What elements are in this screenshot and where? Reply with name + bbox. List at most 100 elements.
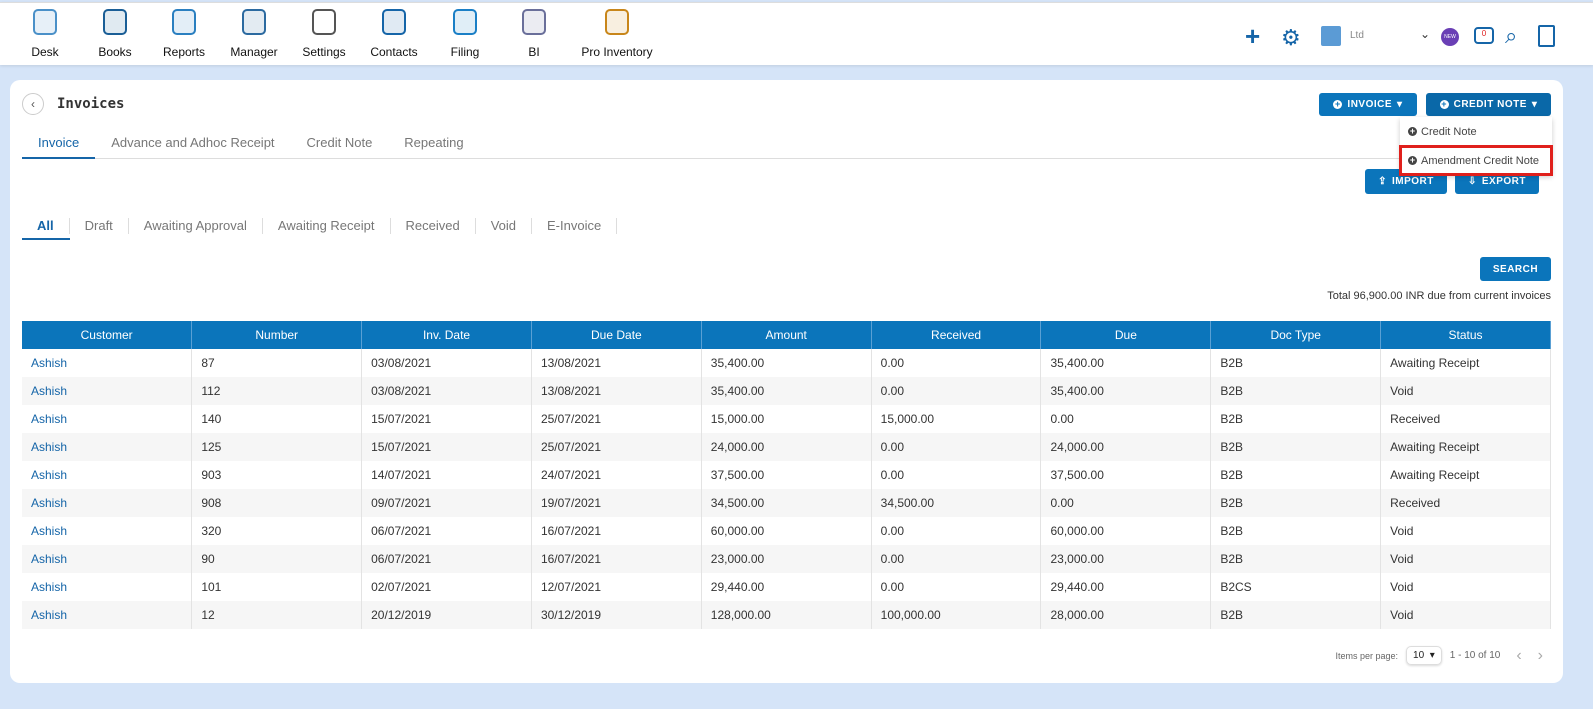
column-header[interactable]: Doc Type: [1210, 321, 1382, 349]
items-per-page-select[interactable]: 10 ▾: [1406, 646, 1442, 665]
subtab-void[interactable]: Void: [476, 218, 533, 240]
column-header[interactable]: Received: [871, 321, 1042, 349]
table-cell: B2B: [1210, 545, 1382, 573]
table-cell: Received: [1380, 489, 1551, 517]
table-cell: 35,400.00: [701, 349, 872, 377]
menu-item-amendment-credit-note[interactable]: + Amendment Credit Note: [1399, 145, 1553, 176]
search-icon[interactable]: ⌕: [1505, 23, 1517, 49]
nav-manager[interactable]: Manager: [214, 7, 294, 59]
subtab-draft[interactable]: Draft: [70, 218, 129, 240]
tab-invoice[interactable]: Invoice: [22, 135, 96, 159]
nav-label: Contacts: [370, 45, 418, 59]
tab-repeating[interactable]: Repeating: [388, 135, 479, 159]
nav-contacts[interactable]: Contacts: [354, 7, 434, 59]
menu-item-credit-note[interactable]: + Credit Note: [1400, 117, 1552, 146]
table-row[interactable]: Ashish 101 02/07/2021 12/07/2021 29,440.00 0.…: [22, 573, 1551, 601]
filing-icon: [450, 7, 480, 37]
nav-desk[interactable]: Desk: [5, 7, 85, 59]
table-row[interactable]: Ashish 90 06/07/2021 16/07/2021 23,000.00 0.0…: [22, 545, 1551, 573]
customer-link[interactable]: Ashish: [22, 377, 193, 405]
credit-note-dropdown-button[interactable]: + CREDIT NOTE ▾: [1426, 93, 1551, 116]
caret-down-icon: ▾: [1531, 99, 1538, 110]
table-cell: B2B: [1210, 601, 1382, 629]
download-icon: ⇩: [1467, 176, 1477, 187]
menu-item-label: Credit Note: [1421, 125, 1477, 138]
chevron-down-icon[interactable]: ⌄: [1420, 27, 1430, 41]
import-label: IMPORT: [1392, 176, 1434, 187]
subtab-label: All: [22, 218, 70, 234]
chevron-left-icon: ‹: [31, 97, 35, 111]
table-row[interactable]: Ashish 87 03/08/2021 13/08/2021 35,400.00 0.0…: [22, 349, 1551, 377]
column-header[interactable]: Inv. Date: [361, 321, 532, 349]
customer-link[interactable]: Ashish: [22, 349, 193, 377]
nav-label: BI: [528, 45, 540, 59]
subtab-all[interactable]: All: [22, 218, 70, 240]
table-cell: 03/08/2021: [361, 349, 532, 377]
table-row[interactable]: Ashish 125 15/07/2021 25/07/2021 24,000.00 0.…: [22, 433, 1551, 461]
nav-filing[interactable]: Filing: [425, 7, 505, 59]
nav-books[interactable]: Books: [75, 7, 155, 59]
table-cell: 23,000.00: [701, 545, 872, 573]
column-header[interactable]: Due Date: [531, 321, 702, 349]
table-cell: 25/07/2021: [531, 433, 702, 461]
column-header[interactable]: Customer: [22, 321, 193, 349]
table-row[interactable]: Ashish 112 03/08/2021 13/08/2021 35,400.00 0.…: [22, 377, 1551, 405]
column-header[interactable]: Amount: [701, 321, 872, 349]
subtab-awaiting-approval[interactable]: Awaiting Approval: [129, 218, 263, 240]
table-cell: 125: [191, 433, 363, 461]
table-row[interactable]: Ashish 903 14/07/2021 24/07/2021 37,500.00 0.…: [22, 461, 1551, 489]
nav-pro-inventory[interactable]: Pro Inventory: [577, 7, 657, 59]
column-header[interactable]: Due: [1040, 321, 1212, 349]
table-row[interactable]: Ashish 320 06/07/2021 16/07/2021 60,000.00 0.…: [22, 517, 1551, 545]
table-cell: 90: [191, 545, 363, 573]
customer-link[interactable]: Ashish: [22, 433, 193, 461]
back-button[interactable]: ‹: [22, 93, 44, 115]
subtab-label: Awaiting Receipt: [263, 218, 391, 234]
nav-reports[interactable]: Reports: [144, 7, 224, 59]
settings-icon: [309, 7, 339, 37]
notification-icon[interactable]: 0: [1474, 27, 1494, 44]
customer-link[interactable]: Ashish: [22, 517, 193, 545]
new-badge-icon[interactable]: NEW: [1441, 28, 1459, 46]
bi-icon: [519, 7, 549, 37]
customer-link[interactable]: Ashish: [22, 545, 193, 573]
tab-advance-adhoc-receipt[interactable]: Advance and Adhoc Receipt: [95, 135, 290, 159]
contacts-icon: [379, 7, 409, 37]
subtab-received[interactable]: Received: [391, 218, 476, 240]
nav-settings[interactable]: Settings: [284, 7, 364, 59]
customer-link[interactable]: Ashish: [22, 601, 193, 629]
add-icon[interactable]: +: [1245, 21, 1260, 52]
column-header[interactable]: Status: [1380, 321, 1551, 349]
plus-circle-icon: +: [1439, 99, 1449, 109]
table-row[interactable]: Ashish 140 15/07/2021 25/07/2021 15,000.00 15…: [22, 405, 1551, 433]
table-cell: 0.00: [871, 517, 1042, 545]
table-cell: Void: [1380, 601, 1551, 629]
invoice-button-label: INVOICE: [1347, 99, 1393, 110]
clipboard-icon[interactable]: [1538, 25, 1555, 47]
subtab-label: Void: [476, 218, 533, 234]
prev-page-button[interactable]: ‹: [1516, 647, 1521, 665]
table-cell: B2B: [1210, 517, 1382, 545]
tab-credit-note[interactable]: Credit Note: [291, 135, 389, 159]
table-row[interactable]: Ashish 908 09/07/2021 19/07/2021 34,500.00 34…: [22, 489, 1551, 517]
table-cell: 15/07/2021: [361, 433, 532, 461]
subtab-awaiting-receipt[interactable]: Awaiting Receipt: [263, 218, 391, 240]
total-due-text: Total 96,900.00 INR due from current inv…: [1327, 290, 1551, 302]
subtab-e-invoice[interactable]: E-Invoice: [532, 218, 618, 240]
nav-bi[interactable]: BI: [494, 7, 574, 59]
subtab-label: Awaiting Approval: [129, 218, 263, 234]
customer-link[interactable]: Ashish: [22, 405, 193, 433]
column-header[interactable]: Number: [191, 321, 363, 349]
next-page-button[interactable]: ›: [1538, 647, 1543, 665]
table-cell: B2CS: [1210, 573, 1382, 601]
table-cell: 903: [191, 461, 363, 489]
page-size-value: 10: [1413, 650, 1425, 661]
customer-link[interactable]: Ashish: [22, 461, 193, 489]
invoice-dropdown-button[interactable]: + INVOICE ▾: [1319, 93, 1417, 116]
table-cell: 24,000.00: [701, 433, 872, 461]
customer-link[interactable]: Ashish: [22, 489, 193, 517]
table-row[interactable]: Ashish 12 20/12/2019 30/12/2019 128,000.00 10…: [22, 601, 1551, 629]
customer-link[interactable]: Ashish: [22, 573, 193, 601]
gear-icon[interactable]: ⚙: [1281, 25, 1301, 51]
search-button[interactable]: SEARCH: [1480, 257, 1551, 281]
